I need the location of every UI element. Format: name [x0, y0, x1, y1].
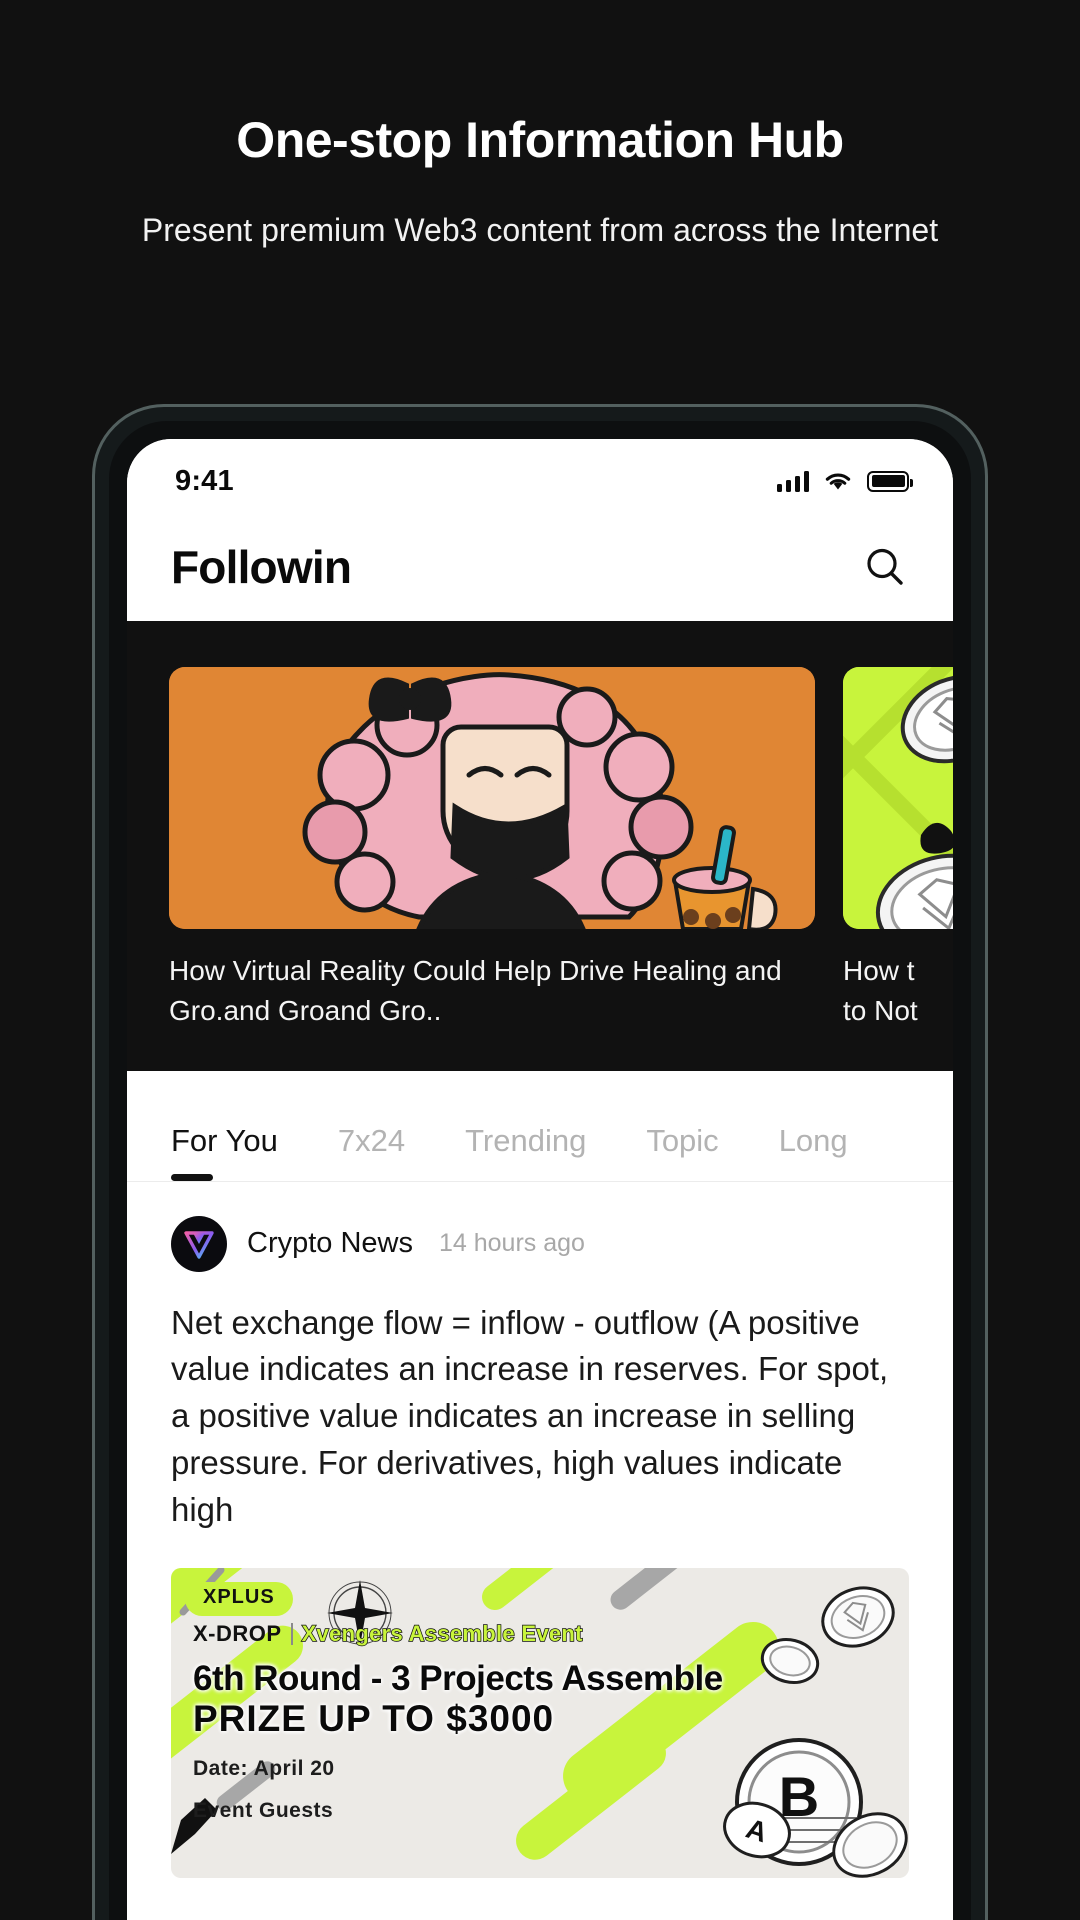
- banner-headline: 6th Round - 3 Projects Assemble: [193, 1658, 723, 1698]
- page-subtitle: Present premium Web3 content from across…: [141, 212, 939, 248]
- carousel-card-title: How t to Not: [843, 951, 953, 1031]
- silver-crypto-coins-illustration: [843, 667, 953, 929]
- carousel-card-image: [169, 667, 815, 929]
- post-author-name: Crypto News: [247, 1227, 413, 1259]
- crypto-news-v-logo: [184, 1230, 214, 1259]
- post-banner-image[interactable]: B A XPLUS X-DROP Xvengers Assemble Event…: [171, 1567, 909, 1878]
- carousel-card[interactable]: How t to Not: [843, 667, 953, 1031]
- banner-event-name: Xvengers Assemble Event: [301, 1620, 583, 1647]
- carousel-card-title-line1: How t: [843, 955, 915, 986]
- app-logo: Followin: [171, 541, 352, 593]
- page-title: One-stop Information Hub: [236, 112, 844, 168]
- tab-for-you[interactable]: For You: [171, 1123, 278, 1181]
- status-icons: [776, 470, 913, 492]
- phone-mockup: 9:41 Followin How Virtual Reality Could …: [92, 404, 988, 1920]
- wifi-icon: [825, 473, 851, 490]
- carousel-track[interactable]: How Virtual Reality Could Help Drive Hea…: [127, 667, 953, 1031]
- carousel-card-title: How Virtual Reality Could Help Drive Hea…: [169, 955, 782, 1026]
- banner-divider: [290, 1622, 293, 1645]
- banner-date: Date: April 20: [193, 1756, 335, 1780]
- post-author-row[interactable]: Crypto News 14 hours ago: [171, 1215, 909, 1272]
- status-time: 9:41: [175, 464, 234, 497]
- banner-tag: X-DROP: [193, 1620, 282, 1646]
- search-icon[interactable]: [861, 543, 909, 591]
- tab-list: For You 7x24 Trending Topic Long: [127, 1071, 953, 1181]
- coin-icon: [821, 1586, 895, 1648]
- battery-full-icon: [867, 470, 913, 492]
- carousel-card-title-line2: to Not: [843, 994, 918, 1026]
- carousel-card[interactable]: How Virtual Reality Could Help Drive Hea…: [169, 667, 815, 1031]
- feed-tabs: For You 7x24 Trending Topic Long: [127, 1070, 953, 1182]
- anime-girl-bubble-tea-illustration: [169, 667, 815, 929]
- avatar[interactable]: [171, 1215, 227, 1272]
- status-bar: 9:41: [127, 439, 953, 513]
- feed-list: Crypto News 14 hours ago Net exchange fl…: [127, 1181, 953, 1878]
- tab-topic[interactable]: Topic: [646, 1123, 718, 1181]
- banner-prize: PRIZE UP TO $3000: [193, 1697, 555, 1739]
- app-header: Followin: [127, 513, 953, 621]
- screenshot-root: One-stop Information Hub Present premium…: [0, 0, 1080, 1920]
- phone-screen: 9:41 Followin How Virtual Reality Could …: [127, 439, 953, 1920]
- post-timestamp: 14 hours ago: [439, 1229, 585, 1257]
- signal-bars-icon: [776, 470, 809, 492]
- banner-brand: XPLUS: [185, 1581, 293, 1616]
- phone-bezel: 9:41 Followin How Virtual Reality Could …: [109, 421, 971, 1920]
- banner-tag-row: X-DROP Xvengers Assemble Event: [193, 1620, 887, 1647]
- banner-guests-label: Event Guests: [193, 1798, 334, 1822]
- tab-long[interactable]: Long: [779, 1123, 848, 1181]
- post-body: Net exchange flow = inflow - outflow (A …: [171, 1303, 889, 1528]
- featured-carousel: How Virtual Reality Could Help Drive Hea…: [127, 621, 953, 1071]
- tab-7x24[interactable]: 7x24: [338, 1123, 405, 1181]
- marketing-header: One-stop Information Hub Present premium…: [0, 0, 1080, 253]
- carousel-card-image: [843, 667, 953, 929]
- tab-trending[interactable]: Trending: [465, 1123, 586, 1181]
